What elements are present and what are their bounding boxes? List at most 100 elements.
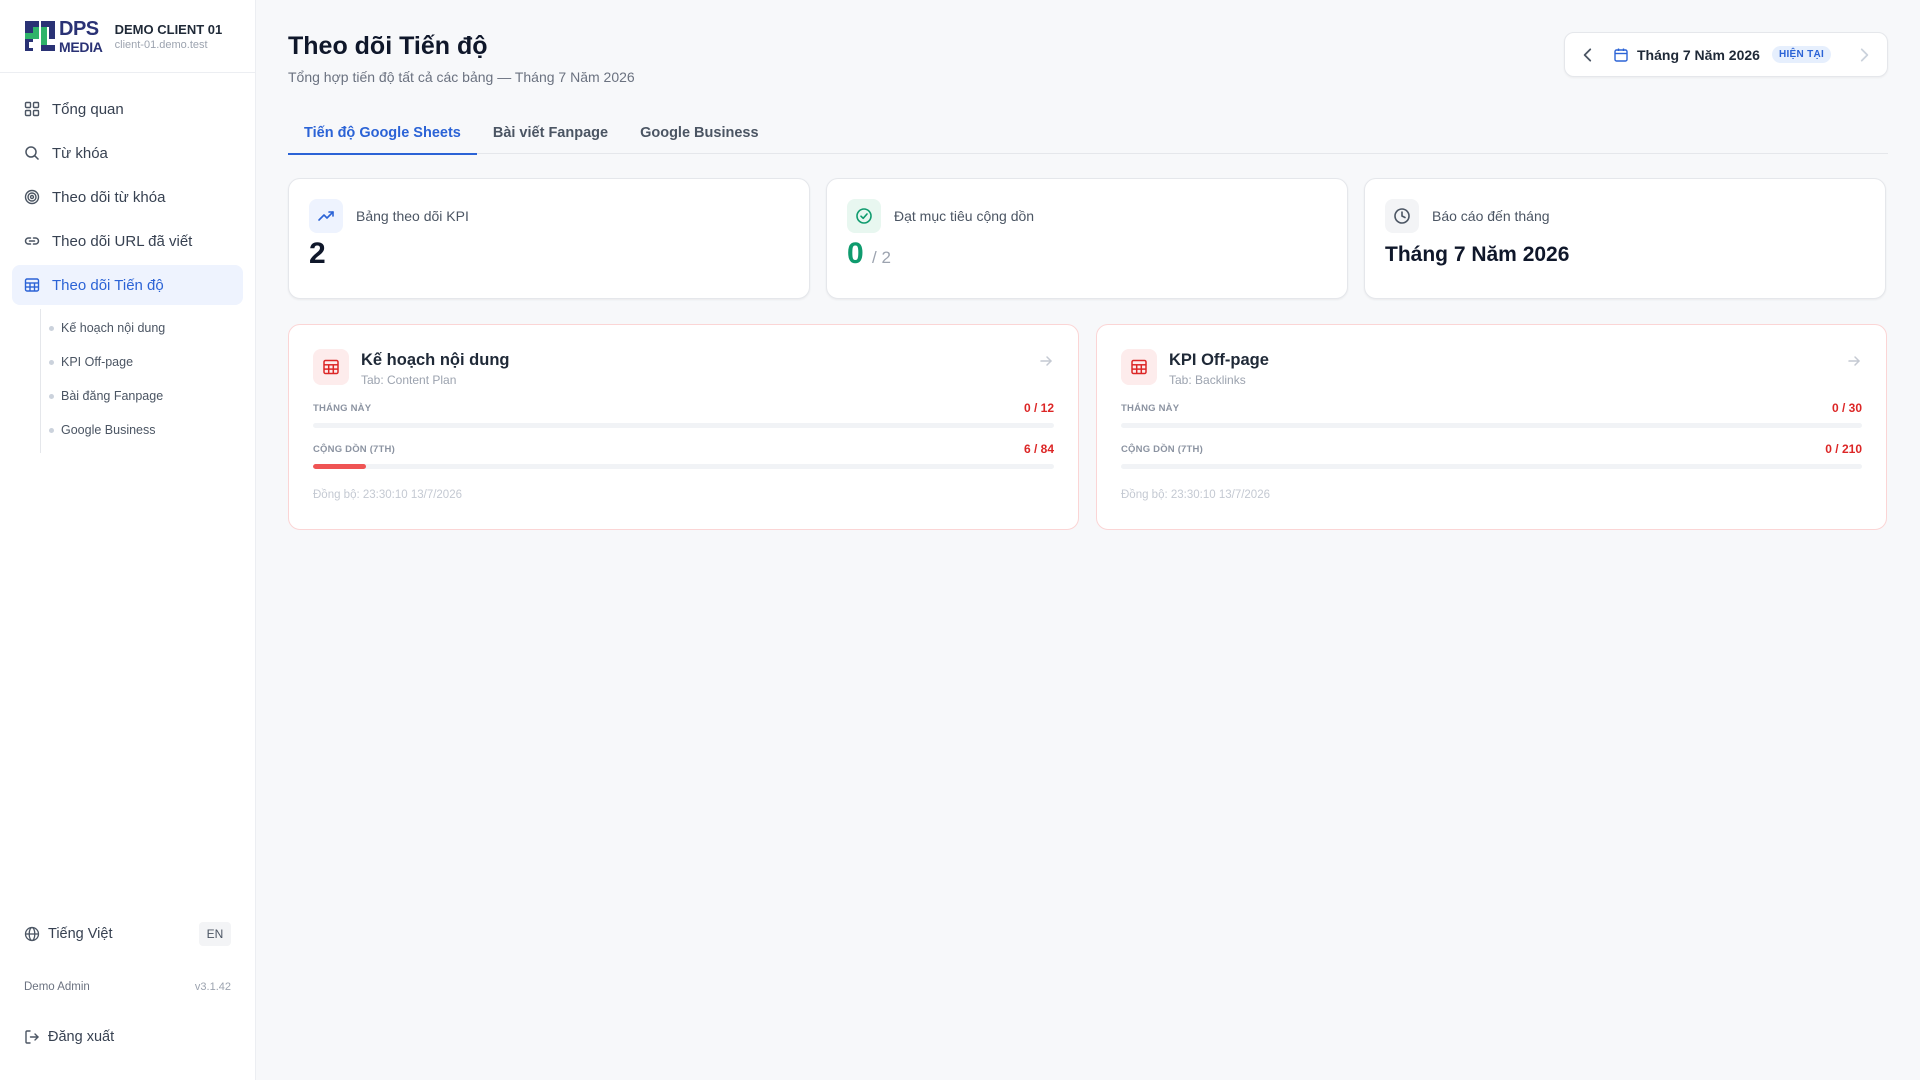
sidebar-subitem-fanpage-posts[interactable]: Bài đăng Fanpage	[41, 379, 243, 413]
spreadsheet-icon	[313, 349, 349, 385]
stat-value-total: / 2	[872, 248, 891, 267]
logo-icon	[24, 20, 56, 52]
sidebar-item-keyword-tracking[interactable]: Theo dõi từ khóa	[12, 177, 243, 217]
user-row: Demo Admin v3.1.42	[0, 972, 255, 1002]
sidebar-subitem-kpi-offpage[interactable]: KPI Off-page	[41, 345, 243, 379]
metric-label: THÁNG NÀY	[313, 402, 372, 414]
metric-cumulative: CỘNG DỒN (7TH) 6 / 84	[313, 442, 1054, 469]
sheet-cards: Kế hoạch nội dung Tab: Content Plan THÁN…	[288, 324, 1888, 530]
brand-header: DPS MEDIA DEMO CLIENT 01 client-01.demo.…	[0, 0, 255, 73]
bullet-icon	[49, 359, 54, 365]
sidebar-item-keywords[interactable]: Từ khóa	[12, 133, 243, 173]
progress-bar	[313, 464, 1054, 469]
sync-timestamp: Đồng bộ: 23:30:10 13/7/2026	[313, 489, 462, 501]
arrow-right-icon[interactable]	[1038, 353, 1054, 369]
sidebar-item-label: Theo dõi URL đã viết	[52, 232, 193, 250]
tab-google-business[interactable]: Google Business	[624, 112, 774, 154]
metric-value: 0 / 12	[1023, 401, 1054, 415]
calendar-icon	[1614, 48, 1628, 62]
tab-fanpage-posts[interactable]: Bài viết Fanpage	[477, 112, 624, 154]
sheet-card-content-plan[interactable]: Kế hoạch nội dung Tab: Content Plan THÁN…	[288, 324, 1079, 530]
metric-this-month: THÁNG NÀY 0 / 12	[313, 401, 1054, 428]
language-selector[interactable]: Tiếng Việt	[24, 926, 113, 942]
brand-logo-text: DPS MEDIA	[59, 19, 103, 54]
globe-icon	[24, 926, 40, 942]
card-title: KPI Off-page	[1169, 351, 1269, 369]
month-picker: Tháng 7 Năm 2026 HIỆN TẠI	[1564, 32, 1888, 77]
stat-value: 2	[309, 237, 326, 270]
page-title: Theo dõi Tiến độ	[288, 32, 488, 60]
app-version: v3.1.42	[194, 981, 231, 993]
language-label: Tiếng Việt	[48, 926, 113, 942]
month-display[interactable]: Tháng 7 Năm 2026 HIỆN TẠI	[1597, 46, 1855, 63]
chevron-left-icon[interactable]	[1579, 46, 1597, 64]
tab-google-sheets[interactable]: Tiến độ Google Sheets	[288, 112, 477, 155]
page-subtitle: Tổng hợp tiến độ tất cả các bảng — Tháng…	[288, 69, 635, 85]
bullet-icon	[49, 393, 54, 399]
metric-label: CỘNG DỒN (7TH)	[1121, 443, 1203, 455]
metric-label: CỘNG DỒN (7TH)	[313, 443, 395, 455]
client-domain: client-01.demo.test	[114, 38, 208, 51]
table-icon	[24, 278, 40, 292]
sidebar-subnav: Kế hoạch nội dung KPI Off-page Bài đăng …	[40, 309, 243, 453]
chevron-right-icon[interactable]	[1855, 46, 1873, 64]
language-switch-button[interactable]: EN	[199, 922, 231, 946]
sidebar-item-progress-tracking[interactable]: Theo dõi Tiến độ	[12, 265, 243, 305]
client-name: DEMO CLIENT 01	[114, 21, 223, 37]
logout-icon	[25, 1030, 39, 1044]
progress-bar	[313, 423, 1054, 428]
arrow-right-icon[interactable]	[1846, 353, 1862, 369]
sidebar-subitem-content-plan[interactable]: Kế hoạch nội dung	[41, 311, 243, 345]
current-badge: HIỆN TẠI	[1771, 46, 1832, 63]
stat-label: Đạt mục tiêu cộng dồn	[894, 208, 1035, 224]
month-label: Tháng 7 Năm 2026	[1637, 46, 1760, 63]
stat-label: Bảng theo dõi KPI	[356, 208, 469, 224]
target-icon	[24, 189, 40, 205]
link-icon	[24, 237, 40, 245]
metric-value: 0 / 210	[1825, 442, 1862, 456]
tab-bar: Tiến độ Google Sheets Bài viết Fanpage G…	[288, 112, 1888, 155]
sidebar-item-label: Theo dõi từ khóa	[52, 188, 166, 206]
sidebar-item-label: Theo dõi Tiến độ	[52, 276, 164, 294]
logo-line-2: MEDIA	[59, 38, 103, 55]
sidebar-footer: Tiếng Việt EN Demo Admin v3.1.42 Đăng xu…	[0, 914, 255, 1080]
sidebar-item-label: Tổng quan	[52, 100, 124, 118]
progress-bar	[1121, 423, 1862, 428]
language-row: Tiếng Việt EN	[0, 914, 255, 954]
sheet-card-kpi-offpage[interactable]: KPI Off-page Tab: Backlinks THÁNG NÀY 0 …	[1096, 324, 1887, 530]
metric-value: 6 / 84	[1023, 442, 1054, 456]
check-circle-icon	[847, 199, 881, 233]
logout-button[interactable]: Đăng xuất	[0, 1022, 255, 1052]
progress-bar	[1121, 464, 1862, 469]
bullet-icon	[49, 325, 54, 331]
stat-label: Báo cáo đến tháng	[1432, 208, 1550, 224]
user-name: Demo Admin	[24, 981, 90, 993]
logo-line-1: DPS	[59, 17, 99, 40]
subitem-label: Google Business	[61, 423, 156, 437]
sidebar-subitem-google-business[interactable]: Google Business	[41, 413, 243, 447]
metric-this-month: THÁNG NÀY 0 / 30	[1121, 401, 1862, 428]
stat-value: Tháng 7 Năm 2026	[1385, 243, 1570, 266]
card-tab-name: Tab: Backlinks	[1169, 373, 1246, 387]
grid-icon	[24, 101, 40, 117]
sidebar-item-label: Từ khóa	[52, 144, 108, 162]
card-tab-name: Tab: Content Plan	[361, 373, 457, 387]
stat-value-number: 0	[847, 237, 864, 270]
stat-card-kpi-boards: Bảng theo dõi KPI 2	[288, 178, 810, 299]
client-info: DEMO CLIENT 01 client-01.demo.test	[115, 22, 223, 51]
stats-row: Bảng theo dõi KPI 2 Đạt mục tiêu cộng dồ…	[288, 178, 1888, 299]
metric-value: 0 / 30	[1831, 401, 1862, 415]
logout-label: Đăng xuất	[48, 1029, 115, 1045]
progress-fill	[313, 464, 366, 469]
spreadsheet-icon	[1121, 349, 1157, 385]
clock-icon	[1385, 199, 1419, 233]
metric-label: THÁNG NÀY	[1121, 402, 1180, 414]
metric-cumulative: CỘNG DỒN (7TH) 0 / 210	[1121, 442, 1862, 469]
subitem-label: Kế hoạch nội dung	[61, 321, 166, 335]
sidebar-item-overview[interactable]: Tổng quan	[12, 89, 243, 129]
sidebar-item-url-tracking[interactable]: Theo dõi URL đã viết	[12, 221, 243, 261]
search-icon	[25, 146, 40, 161]
sync-timestamp: Đồng bộ: 23:30:10 13/7/2026	[1121, 489, 1270, 501]
stat-card-report-month: Báo cáo đến tháng Tháng 7 Năm 2026	[1364, 178, 1886, 299]
sidebar: DPS MEDIA DEMO CLIENT 01 client-01.demo.…	[0, 0, 256, 1080]
